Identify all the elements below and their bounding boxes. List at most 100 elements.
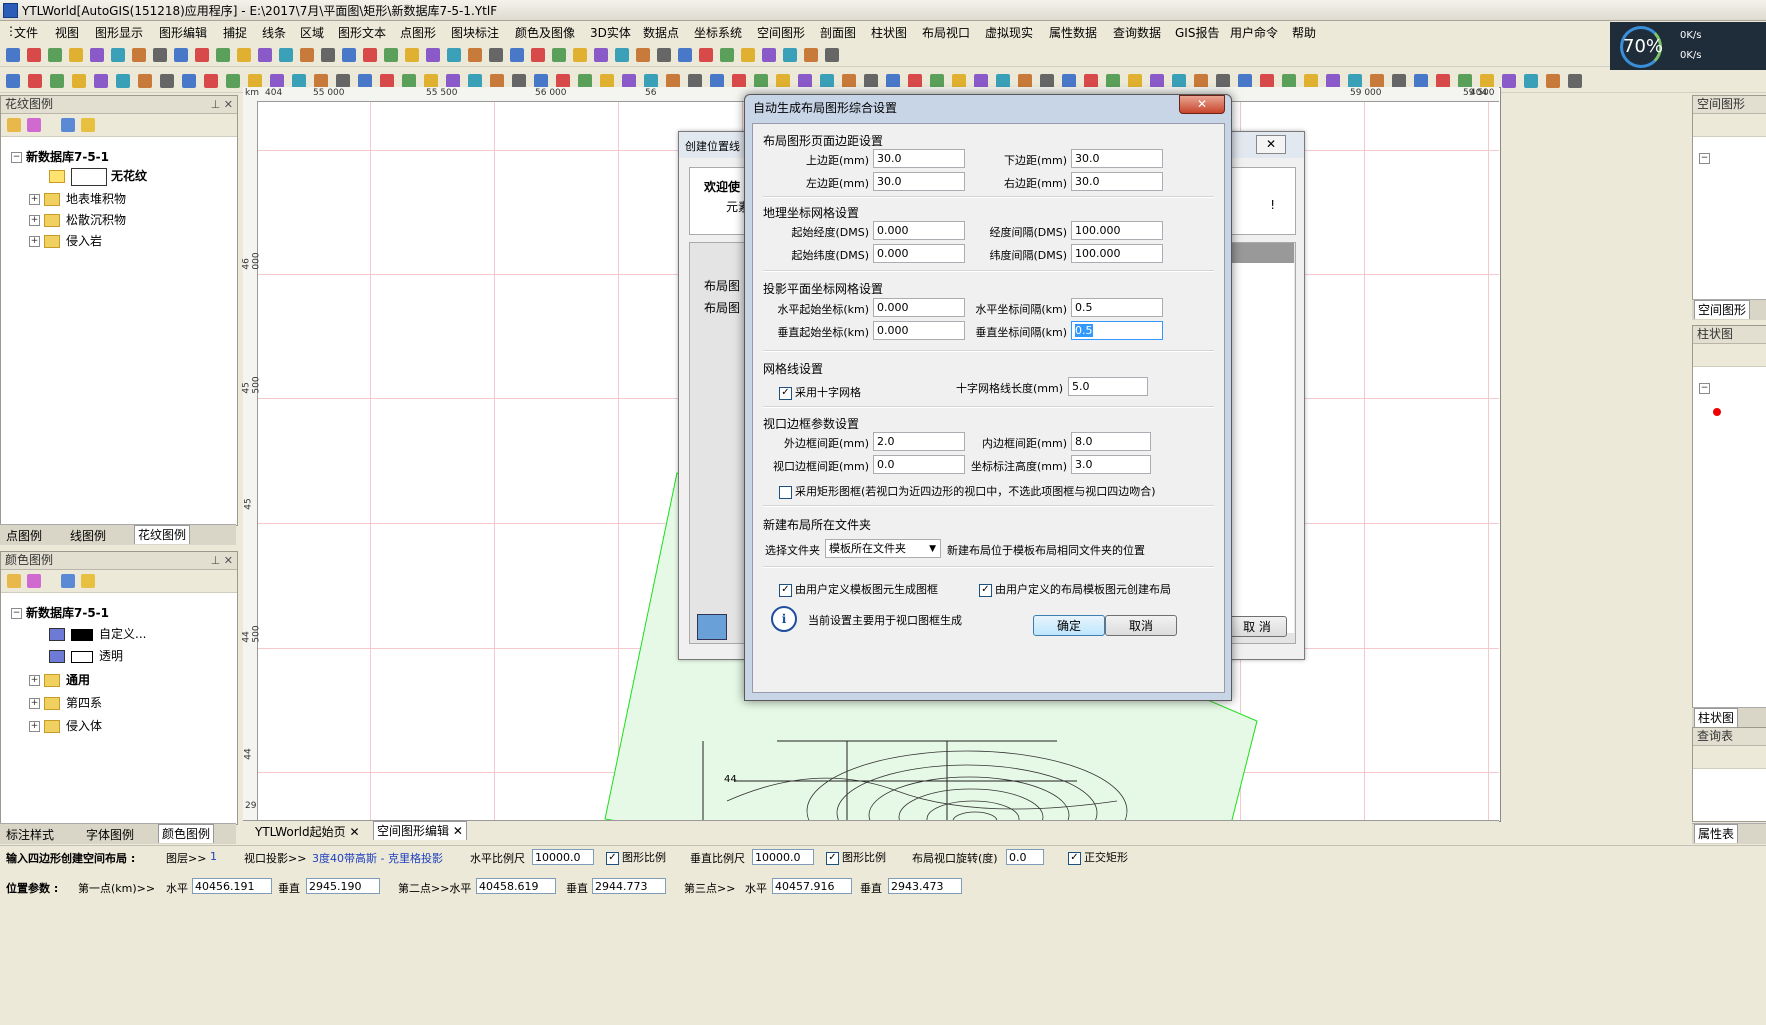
menu-point[interactable]: 点图形	[398, 24, 438, 41]
tree-item-custom[interactable]: 自定义...	[49, 625, 146, 642]
toolbar-tool-icon[interactable]	[116, 74, 130, 88]
toolbar-tool-icon[interactable]	[1062, 74, 1076, 88]
ok-button[interactable]: 确定	[1033, 615, 1105, 636]
legend-tool-icon[interactable]	[61, 574, 75, 588]
menu-3d[interactable]: 3D实体	[588, 24, 633, 41]
dropdown-arrow-icon[interactable]: ▼	[929, 540, 936, 558]
toolbar-tool-icon[interactable]	[72, 74, 86, 88]
toolbar-tool-icon[interactable]	[636, 48, 650, 62]
toolbar-tool-icon[interactable]	[666, 74, 680, 88]
toolbar-tool-icon[interactable]	[1304, 74, 1318, 88]
menu-section[interactable]: 剖面图	[818, 24, 858, 41]
toolbar-tool-icon[interactable]	[90, 48, 104, 62]
menu-text[interactable]: 图形文本	[336, 24, 388, 41]
toolbar-tool-icon[interactable]	[699, 48, 713, 62]
tree-item[interactable]: + 松散沉积物	[29, 211, 126, 228]
toolbar-tool-icon[interactable]	[864, 74, 878, 88]
p2-h-input[interactable]: 40458.619	[476, 878, 556, 894]
toolbar-tool-icon[interactable]	[1436, 74, 1450, 88]
tree-root[interactable]: − 新数据库7-5-1	[11, 604, 109, 621]
toolbar-tool-icon[interactable]	[6, 48, 20, 62]
toolbar-tool-icon[interactable]	[820, 74, 834, 88]
toolbar-tool-icon[interactable]	[1172, 74, 1186, 88]
toolbar-tool-icon[interactable]	[510, 48, 524, 62]
toolbar-tool-icon[interactable]	[195, 48, 209, 62]
tab-spatial-edit[interactable]: 空间图形编辑 ✕	[373, 821, 467, 840]
toolbar-tool-icon[interactable]	[974, 74, 988, 88]
tree-root[interactable]: − 新数据库7-5-1	[11, 148, 109, 165]
cross-length-input[interactable]: 5.0	[1068, 377, 1148, 396]
tree-item[interactable]: + 侵入岩	[29, 232, 102, 249]
legend-tool-icon[interactable]	[7, 574, 21, 588]
graph-ratio-check-1[interactable]: ✓ 图形比例	[606, 849, 666, 865]
tree-item[interactable]: + 第四系	[29, 694, 102, 711]
toolbar-tool-icon[interactable]	[1414, 74, 1428, 88]
toolbar-tool-icon[interactable]	[534, 74, 548, 88]
v-interval-input[interactable]: 0.5	[1071, 321, 1163, 340]
toolbar-tool-icon[interactable]	[132, 48, 146, 62]
bottom-margin-input[interactable]: 30.0	[1071, 149, 1163, 168]
toolbar-tool-icon[interactable]	[615, 48, 629, 62]
viewport-frame-input[interactable]: 0.0	[873, 455, 965, 474]
menu-query[interactable]: 查询数据	[1111, 24, 1163, 41]
p3-v-input[interactable]: 2943.473	[888, 878, 962, 894]
toolbar-tool-icon[interactable]	[798, 74, 812, 88]
tab-label-style[interactable]: 标注样式	[6, 826, 54, 843]
menu-spatial[interactable]: 空间图形	[755, 24, 807, 41]
toolbar-tool-icon[interactable]	[1106, 74, 1120, 88]
menu-layout[interactable]: 布局视口	[920, 24, 972, 41]
toolbar-tool-icon[interactable]	[1260, 74, 1274, 88]
toolbar-tool-icon[interactable]	[279, 48, 293, 62]
left-margin-input[interactable]: 30.0	[873, 172, 965, 191]
vscale-input[interactable]: 10000.0	[752, 849, 814, 865]
tab-attr-table[interactable]: 属性表	[1694, 824, 1739, 843]
v-start-input[interactable]: 0.000	[873, 321, 965, 340]
toolbar-tool-icon[interactable]	[1524, 74, 1538, 88]
template-layout-checkbox[interactable]: ✓ 由用户定义的布局模板图元创建布局	[979, 581, 1171, 597]
h-interval-input[interactable]: 0.5	[1071, 298, 1163, 317]
p3-h-input[interactable]: 40457.916	[772, 878, 852, 894]
toolbar-tool-icon[interactable]	[402, 74, 416, 88]
toolbar-tool-icon[interactable]	[657, 48, 671, 62]
toolbar-tool-icon[interactable]	[216, 48, 230, 62]
toolbar-tool-icon[interactable]	[182, 74, 196, 88]
tab-line-legend[interactable]: 线图例	[70, 527, 106, 544]
toolbar-tool-icon[interactable]	[1348, 74, 1362, 88]
close-icon[interactable]: ✕	[453, 824, 463, 838]
start-lon-input[interactable]: 0.000	[873, 221, 965, 240]
toolbar-tool-icon[interactable]	[732, 74, 746, 88]
toolbar-tool-icon[interactable]	[776, 74, 790, 88]
rotation-input[interactable]: 0.0	[1006, 849, 1044, 865]
toolbar-tool-icon[interactable]	[1040, 74, 1054, 88]
menu-attr[interactable]: 属性数据	[1047, 24, 1099, 41]
toolbar-tool-icon[interactable]	[426, 48, 440, 62]
folder-select[interactable]: 模板所在文件夹 ▼	[825, 539, 941, 558]
toolbar-tool-icon[interactable]	[380, 74, 394, 88]
toolbar-tool-icon[interactable]	[153, 48, 167, 62]
menu-line[interactable]: 线条	[260, 24, 288, 41]
menu-help[interactable]: 帮助	[1290, 24, 1318, 41]
toolbar-tool-icon[interactable]	[174, 48, 188, 62]
toolbar-tool-icon[interactable]	[1370, 74, 1384, 88]
tab-start-page[interactable]: YTLWorld起始页 ✕	[255, 823, 360, 840]
tree-item[interactable]	[1713, 404, 1721, 418]
menu-vr[interactable]: 虚拟现实	[983, 24, 1035, 41]
label-height-input[interactable]: 3.0	[1071, 455, 1151, 474]
top-margin-input[interactable]: 30.0	[873, 149, 965, 168]
toolbar-tool-icon[interactable]	[314, 74, 328, 88]
toolbar-tool-icon[interactable]	[741, 48, 755, 62]
menu-file[interactable]: 文件	[12, 24, 40, 41]
tab-point-legend[interactable]: 点图例	[6, 527, 42, 544]
menu-gis-report[interactable]: GIS报告	[1173, 24, 1221, 41]
toolbar-tool-icon[interactable]	[1084, 74, 1098, 88]
toolbar-tool-icon[interactable]	[336, 74, 350, 88]
p1-v-input[interactable]: 2945.190	[306, 878, 380, 894]
tab-spatial[interactable]: 空间图形	[1694, 300, 1751, 319]
tab-font-legend[interactable]: 字体图例	[86, 826, 134, 843]
outer-frame-input[interactable]: 2.0	[873, 432, 965, 451]
toolbar-tool-icon[interactable]	[600, 74, 614, 88]
menu-column[interactable]: 柱状图	[869, 24, 909, 41]
menu-view[interactable]: 视图	[53, 24, 81, 41]
template-frame-checkbox[interactable]: ✓ 由用户定义模板图元生成图框	[779, 581, 938, 597]
menu-coords[interactable]: 坐标系统	[692, 24, 744, 41]
